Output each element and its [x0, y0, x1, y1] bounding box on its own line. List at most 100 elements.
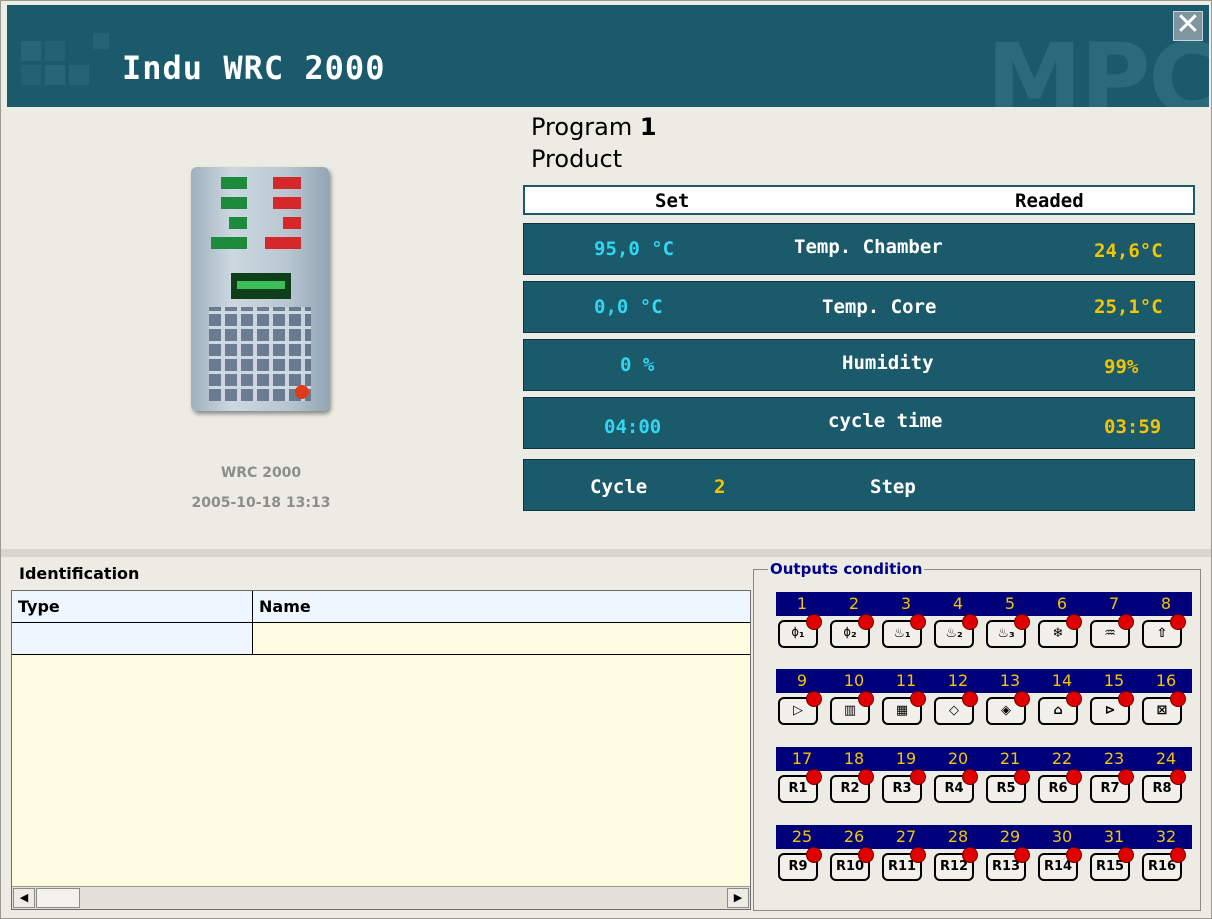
output-button[interactable]: ♨₁ [882, 614, 926, 648]
output-number: 13 [999, 671, 1021, 690]
type-cell[interactable] [12, 623, 253, 655]
status-dot-icon [1170, 691, 1186, 707]
read-value: 03:59 [1104, 416, 1162, 438]
window-title: Indu WRC 2000 [122, 49, 386, 87]
program-line: Program 1 [531, 113, 657, 141]
output-button[interactable]: ♨₂ [934, 614, 978, 648]
relay-button[interactable]: R6 [1038, 769, 1082, 803]
output-button[interactable]: ❄ [1038, 614, 1082, 648]
status-dot-icon [1014, 769, 1030, 785]
column-header-type[interactable]: Type [12, 591, 253, 623]
output-number-band: 17 18 19 20 21 22 23 24 [776, 747, 1192, 771]
relay-button[interactable]: R15 [1090, 847, 1134, 881]
row-temp-chamber: 95,0 °C Temp. Chamber 24,6°C [523, 223, 1195, 275]
flap-2-icon: ◈ [1001, 703, 1011, 718]
output-number: 24 [1155, 749, 1177, 768]
identification-grid: Type Name ◀ ▶ [11, 590, 751, 910]
output-number: 4 [952, 594, 964, 613]
status-dot-icon [1066, 769, 1082, 785]
output-button[interactable]: ▷ [778, 691, 822, 725]
output-number: 3 [900, 594, 912, 613]
output-button[interactable]: ⊠ [1142, 691, 1186, 725]
relay-button[interactable]: R14 [1038, 847, 1082, 881]
output-button[interactable]: ⊳ [1090, 691, 1134, 725]
relay-button[interactable]: R10 [830, 847, 874, 881]
outputs-condition-panel: Outputs condition 1 2 3 4 5 6 7 8 ᛰ₁ ᛰ₂ ♨₁ ♨₂ ♨₃ ❄ ♒ ⇧ 9… [753, 560, 1201, 911]
relay-button[interactable]: R11 [882, 847, 926, 881]
relay-label: R12 [939, 859, 969, 874]
humidifier-icon: ▥ [843, 703, 857, 718]
relay-button[interactable]: R2 [830, 769, 874, 803]
relay-button[interactable]: R12 [934, 847, 978, 881]
output-number: 17 [791, 749, 813, 768]
read-value: 99% [1104, 356, 1139, 378]
output-number: 10 [843, 671, 865, 690]
horizontal-scrollbar[interactable]: ◀ ▶ [12, 886, 750, 909]
device-model-label: WRC 2000 [220, 465, 302, 481]
set-value[interactable]: 0,0 °C [594, 296, 663, 318]
product-label: Product [531, 145, 623, 173]
output-button[interactable]: ♨₃ [986, 614, 1030, 648]
table-header: Set Readed [523, 185, 1195, 215]
set-value[interactable]: 95,0 °C [594, 238, 674, 260]
row-label: cycle time [828, 410, 943, 432]
output-number: 8 [1160, 594, 1172, 613]
status-dot-icon [962, 769, 978, 785]
scroll-right-icon[interactable]: ▶ [727, 888, 749, 908]
scroll-left-icon[interactable]: ◀ [13, 888, 35, 908]
close-button[interactable]: ✕ [1173, 10, 1203, 41]
vent-icon: ▷ [793, 703, 803, 718]
status-dot-icon [858, 614, 874, 630]
name-cell[interactable] [253, 623, 750, 655]
output-button[interactable]: ⌂ [1038, 691, 1082, 725]
device-datetime: 2005-10-18 13:13 [191, 495, 331, 511]
output-number: 25 [791, 827, 813, 846]
status-dot-icon [910, 769, 926, 785]
sprinkler-icon: ⌂ [1053, 703, 1063, 718]
relay-label: R10 [835, 859, 865, 874]
status-dot-icon [1014, 847, 1030, 863]
relay-button[interactable]: R16 [1142, 847, 1186, 881]
output-button[interactable]: ᛰ₁ [778, 614, 822, 648]
status-dot-icon [1170, 614, 1186, 630]
set-value[interactable]: 0 % [620, 354, 654, 376]
scroll-thumb[interactable] [36, 888, 80, 908]
output-number: 28 [947, 827, 969, 846]
relay-label: R9 [788, 859, 808, 874]
output-button[interactable]: ♒ [1090, 614, 1134, 648]
relay-label: R1 [788, 781, 808, 796]
status-dot-icon [910, 691, 926, 707]
output-button[interactable]: ⇧ [1142, 614, 1186, 648]
relay-button[interactable]: R4 [934, 769, 978, 803]
relay-button[interactable]: R3 [882, 769, 926, 803]
output-number: 29 [999, 827, 1021, 846]
output-number: 23 [1103, 749, 1125, 768]
output-button[interactable]: ◈ [986, 691, 1030, 725]
column-header-name[interactable]: Name [253, 591, 750, 623]
relay-button[interactable]: R1 [778, 769, 822, 803]
output-number: 5 [1004, 594, 1016, 613]
relay-button[interactable]: R9 [778, 847, 822, 881]
relay-button[interactable]: R13 [986, 847, 1030, 881]
set-value[interactable]: 04:00 [604, 416, 661, 438]
title-bar: MPC Indu WRC 2000 [7, 5, 1209, 107]
output-button[interactable]: ᛰ₂ [830, 614, 874, 648]
output-number: 18 [843, 749, 865, 768]
output-number: 2 [848, 594, 860, 613]
relay-label: R15 [1095, 859, 1125, 874]
relay-button[interactable]: R7 [1090, 769, 1134, 803]
output-number: 31 [1103, 827, 1125, 846]
status-dot-icon [962, 614, 978, 630]
relay-label: R3 [892, 781, 912, 796]
valve-icon: ⊳ [1104, 703, 1116, 718]
output-number: 14 [1051, 671, 1073, 690]
status-dot-icon [1170, 769, 1186, 785]
output-button[interactable]: ▦ [882, 691, 926, 725]
output-number: 32 [1155, 827, 1177, 846]
output-button[interactable]: ▥ [830, 691, 874, 725]
relay-button[interactable]: R5 [986, 769, 1030, 803]
relay-button[interactable]: R8 [1142, 769, 1186, 803]
relay-label: R2 [840, 781, 860, 796]
relay-label: R4 [944, 781, 964, 796]
output-button[interactable]: ◇ [934, 691, 978, 725]
